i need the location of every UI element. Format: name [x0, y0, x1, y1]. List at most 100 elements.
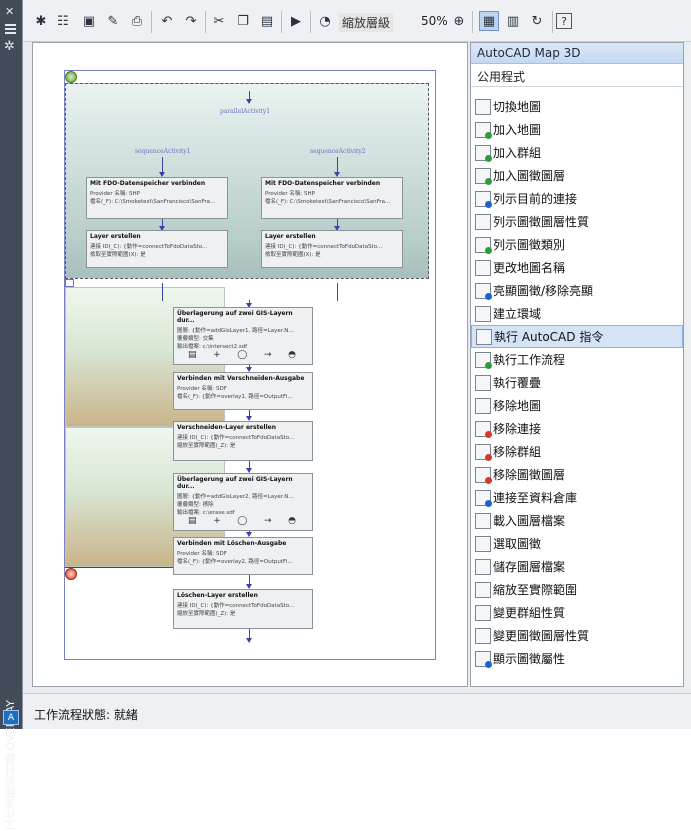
refresh-icon[interactable]: ↻ — [527, 11, 547, 31]
palette-item[interactable]: 加入圖徵圖層 — [471, 164, 683, 187]
save-as-icon[interactable]: ✎ — [103, 11, 123, 31]
connect-activity[interactable]: Mit FDO-Datenspeicher verbinden Provider … — [261, 177, 403, 219]
palette-item[interactable]: 加入群組 — [471, 141, 683, 164]
palette-item-label: 執行工作流程 — [493, 353, 566, 367]
palette-item[interactable]: 變更群組性質 — [471, 601, 683, 624]
palette-item-label: 切換地圖 — [493, 100, 542, 114]
palette-scrollbar[interactable] — [685, 42, 691, 687]
overlay-diagram: ▤ + ◯ → ◓ — [188, 349, 296, 361]
create-layer-activity[interactable]: Verschneiden-Layer erstellen 連接 ID(_C): {… — [173, 421, 313, 461]
copy-icon[interactable]: ❐ — [233, 11, 253, 31]
save-icon[interactable]: ▣ — [79, 11, 99, 31]
switch-map-icon — [475, 98, 491, 115]
create-layer-activity[interactable]: Löschen-Layer erstellen 連接 ID(_C): {動作=co… — [173, 589, 313, 629]
palette-item-label: 加入圖徵圖層 — [493, 169, 566, 183]
auto-hide-icon[interactable] — [5, 24, 16, 34]
zoom-icon[interactable]: ◔ — [315, 11, 335, 31]
palette-item[interactable]: 移除連接 — [471, 417, 683, 440]
toolbar-separator — [552, 11, 553, 33]
palette-item[interactable]: 執行工作流程 — [471, 348, 683, 371]
palette-item[interactable]: 列示圖徵圖層性質 — [471, 210, 683, 233]
help-icon[interactable]: ? — [556, 13, 572, 29]
palette-item[interactable]: 列示目前的連接 — [471, 187, 683, 210]
xml-view-icon[interactable]: ▥ — [503, 11, 523, 31]
flow-connector — [337, 283, 338, 301]
zoom-fit-icon[interactable]: ⊕ — [449, 11, 469, 31]
palette-item[interactable]: 加入地圖 — [471, 118, 683, 141]
remove-group-icon — [475, 443, 492, 461]
activity-property: 覆疊類型: 交集 — [177, 336, 214, 342]
palette-item[interactable]: 縮放至實際範圍 — [471, 578, 683, 601]
connect-activity[interactable]: Verbinden mit Verschneiden-Ausgabe Provid… — [173, 372, 313, 410]
redo-icon[interactable]: ↷ — [181, 11, 201, 31]
toolbar-separator — [281, 11, 282, 33]
palette-item[interactable]: 執行覆疊 — [471, 371, 683, 394]
create-layer-activity[interactable]: Layer erstellen 連接 ID(_C): {動作=connectToF… — [86, 230, 228, 268]
palette-item-label: 變更群組性質 — [493, 606, 566, 620]
overlay-diagram-glyph: ◓ — [288, 516, 296, 526]
overlay-diagram: ▤ + ◯ → ◓ — [188, 515, 296, 527]
palette-item[interactable]: 選取圖徵 — [471, 532, 683, 555]
activity-property: 檔名(_F): C:\Smoketest\SanFrancisco\SanFra… — [90, 199, 216, 205]
autocad-logo-icon[interactable]: A — [3, 710, 19, 725]
activity-title: Löschen-Layer erstellen — [177, 592, 258, 599]
workflow-status: 工作流程狀態: 就緒 — [34, 708, 138, 722]
properties-icon[interactable]: ✲ — [4, 40, 15, 53]
connect-activity[interactable]: Verbinden mit Löschen-Ausgabe Provider 名稱… — [173, 537, 313, 575]
zoom-level-label[interactable]: 縮放層級 — [339, 13, 394, 32]
palette-item[interactable]: 顯示圖徵屬性 — [471, 647, 683, 670]
palette-item[interactable]: 建立環域 — [471, 302, 683, 325]
new-workflow-icon[interactable]: ✱ — [31, 11, 51, 31]
add-map-icon — [475, 121, 492, 139]
activity-property: 連接 ID(_C): {動作=connectToFdoDataSto... — [90, 244, 208, 250]
toolbar-separator — [310, 11, 311, 33]
run-workflow-icon — [475, 351, 492, 369]
palette-category[interactable]: 公用程式 — [471, 64, 683, 87]
palette-item-label: 儲存圖層檔案 — [493, 560, 566, 574]
palette-item[interactable]: 儲存圖層檔案 — [471, 555, 683, 578]
overlay-activity[interactable]: Überlagerung auf zwei GIS-Layern dur... 圖… — [173, 307, 313, 365]
palette-item[interactable]: 移除圖徵圖層 — [471, 463, 683, 486]
activity-property: 縮放至實際範圍(_Z): 是 — [177, 443, 236, 449]
activity-title: Verschneiden-Layer erstellen — [177, 424, 276, 431]
activity-title: Verbinden mit Verschneiden-Ausgabe — [177, 375, 305, 382]
workflow-canvas[interactable]: parallelActivity1 sequenceActivity1 Mit FD… — [32, 42, 468, 687]
change-layer-props-icon — [475, 627, 491, 644]
run-workflow-icon[interactable]: ▶ — [286, 11, 306, 31]
rename-map-icon — [475, 259, 491, 276]
palette-item-label: 縮放至實際範圍 — [493, 583, 578, 597]
palette-item[interactable]: 移除地圖 — [471, 394, 683, 417]
connect-activity[interactable]: Mit FDO-Datenspeicher verbinden Provider … — [86, 177, 228, 219]
paste-icon[interactable]: ▤ — [257, 11, 277, 31]
close-icon[interactable]: ✕ — [5, 6, 14, 17]
print-icon[interactable]: ⎙ — [127, 11, 147, 31]
activity-title: Mit FDO-Datenspeicher verbinden — [90, 180, 206, 187]
palette-item[interactable]: 載入圖層檔案 — [471, 509, 683, 532]
palette-item-label: 移除圖徵圖層 — [493, 468, 566, 482]
remove-connection-icon — [475, 420, 492, 438]
designer-view-icon[interactable]: ▦ — [479, 11, 499, 31]
save-layer-file-icon — [475, 558, 491, 575]
create-layer-activity[interactable]: Layer erstellen 連接 ID(_C): {動作=connectToF… — [261, 230, 403, 268]
palette-item[interactable]: 切換地圖 — [471, 95, 683, 118]
cut-icon[interactable]: ✂ — [209, 11, 229, 31]
overlay-activity[interactable]: Überlagerung auf zwei GIS-Layern dur... 圖… — [173, 473, 313, 531]
sequence-activity-label: sequenceActivity1 — [135, 148, 191, 155]
new-from-template-icon[interactable]: ☷ — [53, 11, 73, 31]
activity-property: Provider 名稱: SHP — [90, 191, 140, 197]
palette-item[interactable]: 移除群組 — [471, 440, 683, 463]
palette-item[interactable]: 亮顯圖徵/移除亮顯 — [471, 279, 683, 302]
zoom-level-value[interactable]: 50% — [421, 14, 448, 28]
activity-property: 圖層: {動作=addGisLayer2, 路徑=Layer.N... — [177, 494, 294, 500]
palette-item[interactable]: 連接至資料倉庫 — [471, 486, 683, 509]
overlay-diagram-glyph: ◯ — [237, 516, 248, 526]
overlay-diagram-glyph: ◓ — [288, 350, 296, 360]
activity-property: 縮放至實際範圍(_Z): 是 — [177, 611, 236, 617]
palette-item[interactable]: 更改地圖名稱 — [471, 256, 683, 279]
palette-item[interactable]: 執行 AutoCAD 指令 — [471, 325, 683, 348]
undo-icon[interactable]: ↶ — [157, 11, 177, 31]
palette-item[interactable]: 變更圖徵圖層性質 — [471, 624, 683, 647]
workflow-page: parallelActivity1 sequenceActivity1 Mit FD… — [64, 70, 436, 660]
palette-item[interactable]: 列示圖徵類別 — [471, 233, 683, 256]
overlay-diagram-glyph: + — [213, 516, 221, 526]
